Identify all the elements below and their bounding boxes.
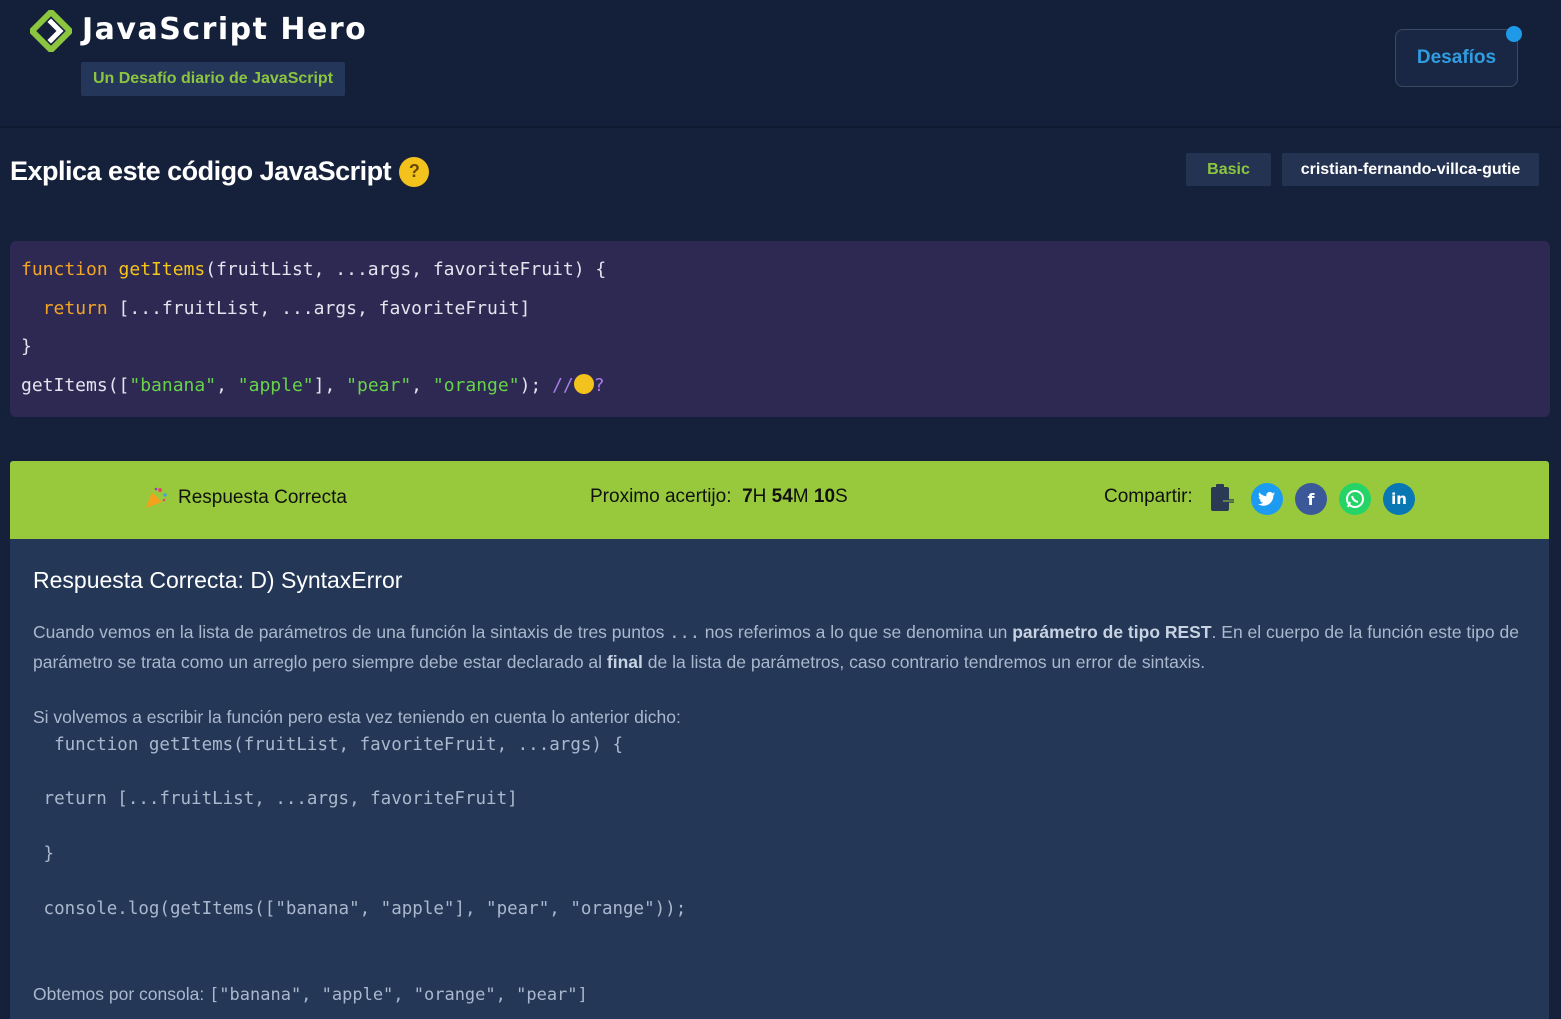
code-text: getItems([: [21, 374, 130, 396]
desafios-button[interactable]: Desafíos: [1395, 29, 1518, 87]
code-comment: //: [552, 374, 574, 396]
author-badge[interactable]: cristian-fernando-villca-gutie: [1282, 153, 1539, 186]
output-value: ["banana", "apple", "orange", "pear"]: [209, 985, 588, 1005]
timer-hours-unit: H: [752, 486, 767, 507]
logo-icon[interactable]: [30, 10, 72, 52]
share-buttons: f in: [1207, 483, 1415, 515]
code-function-name: getItems: [118, 259, 206, 280]
code-keyword: return: [42, 297, 108, 319]
top-header: JavaScript Hero Un Desafío diario de Jav…: [0, 0, 1561, 128]
code-text: );: [519, 374, 553, 396]
code-text: [...fruitList, ...args, favoriteFruit]: [107, 297, 531, 319]
explanation-text: nos referimos a lo que se denomina un: [699, 622, 1013, 642]
code-line-4: getItems(["banana", "apple"], "pear", "o…: [21, 371, 1539, 410]
result-bar: Respuesta Correcta Proximo acertijo: 7H …: [10, 461, 1549, 539]
page-title: Explica este código JavaScript ?: [10, 156, 430, 187]
code-keyword: function: [21, 259, 108, 280]
code-line-3: }: [21, 332, 1539, 371]
explanation-text: de la lista de parámetros, caso contrari…: [642, 652, 1206, 672]
explanation-code-line-1: function getItems(fruitList, favoriteFru…: [33, 735, 624, 755]
explanation-bold: final: [606, 652, 643, 672]
code-string: "banana": [129, 374, 217, 396]
explanation-inline-code: ...: [669, 623, 700, 643]
thinking-face-icon: [573, 373, 594, 394]
timer-minutes-unit: M: [792, 486, 809, 507]
timer-seconds: 10: [813, 486, 836, 507]
explanation-code-line-2: return [...fruitList, ...args, favoriteF…: [33, 789, 518, 809]
challenge-code-block: function getItems(fruitList, ...args, fa…: [10, 241, 1550, 417]
tagline-badge: Un Desafío diario de JavaScript: [81, 62, 345, 96]
timer-seconds-unit: S: [835, 486, 848, 507]
facebook-icon[interactable]: f: [1295, 483, 1327, 515]
explanation-code-line-3: }: [33, 844, 55, 864]
explanation-title: Respuesta Correcta: D) SyntaxError: [33, 567, 403, 593]
code-comment-question: ?: [593, 374, 605, 396]
code-text: (fruitList, ...args, favoriteFruit) {: [205, 259, 607, 280]
brand-name[interactable]: JavaScript Hero: [82, 12, 367, 47]
next-label: Proximo acertijo:: [590, 486, 732, 507]
output-label: Obtemos por consola:: [33, 984, 210, 1004]
code-string: "pear": [346, 374, 412, 396]
explanation-paragraph-1: Cuando vemos en la lista de parámetros d…: [33, 618, 1526, 677]
notification-dot: [1506, 26, 1522, 42]
explanation-bold: parámetro de tipo REST: [1012, 622, 1212, 642]
code-text: ,: [411, 374, 433, 396]
explanation-paragraph-2: Si volvemos a escribir la función pero e…: [33, 707, 681, 727]
party-popper-icon: [146, 487, 167, 508]
linkedin-icon[interactable]: in: [1383, 483, 1415, 515]
page-title-text: Explica este código JavaScript: [10, 156, 392, 186]
timer-hours: 7: [742, 486, 753, 507]
code-string: "apple": [237, 374, 314, 396]
whatsapp-icon[interactable]: [1339, 483, 1371, 515]
code-line-2: return [...fruitList, ...args, favoriteF…: [21, 294, 1539, 333]
timer-minutes: 54: [771, 486, 793, 507]
code-string: "orange": [432, 374, 520, 396]
code-text: ],: [313, 374, 347, 396]
result-status-text: Respuesta Correcta: [178, 487, 347, 508]
twitter-icon[interactable]: [1251, 483, 1283, 515]
share-label: Compartir:: [1104, 486, 1193, 507]
next-challenge-timer: Proximo acertijo: 7H 54M 10S: [590, 486, 848, 508]
code-text: ,: [216, 374, 238, 396]
explanation-text: Cuando vemos en la lista de parámetros d…: [33, 622, 670, 642]
thinking-face-icon: ?: [399, 156, 430, 187]
clipboard-icon[interactable]: [1207, 483, 1239, 515]
explanation-panel: Respuesta Correcta: D) SyntaxError Cuand…: [10, 539, 1549, 1019]
explanation-code-line-4: console.log(getItems(["banana", "apple"]…: [33, 899, 687, 919]
result-status: Respuesta Correcta: [144, 486, 347, 510]
level-badge: Basic: [1186, 153, 1271, 186]
code-text: }: [21, 336, 32, 357]
code-line-1: function getItems(fruitList, ...args, fa…: [21, 255, 1539, 294]
explanation-output: Obtemos por consola: ["banana", "apple",…: [33, 980, 1526, 1010]
